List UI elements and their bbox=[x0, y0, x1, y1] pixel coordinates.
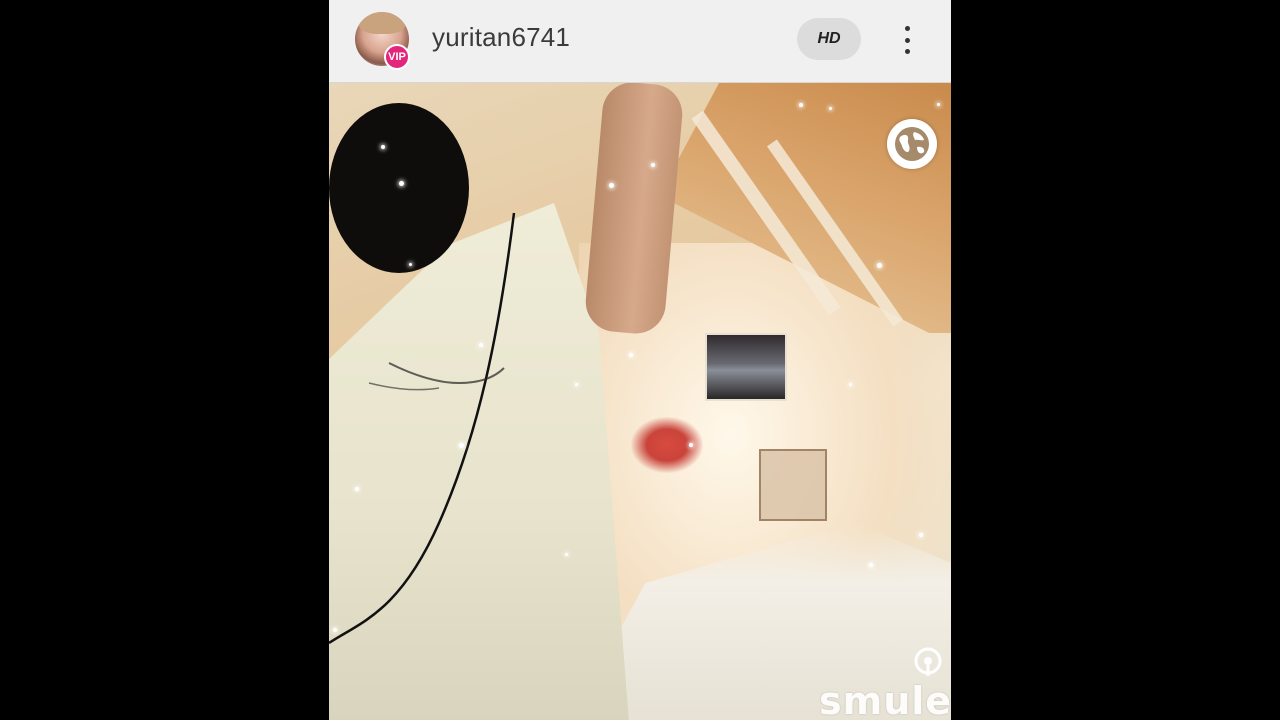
smule-player: VIP yuritan6741 HD smule bbox=[329, 0, 951, 720]
smule-watermark: smule bbox=[819, 647, 951, 720]
hd-button[interactable]: HD bbox=[797, 18, 861, 60]
more-vertical-icon[interactable] bbox=[895, 22, 919, 58]
smule-logo-text: smule bbox=[819, 679, 951, 720]
top-bar: VIP yuritan6741 HD bbox=[329, 0, 951, 83]
username[interactable]: yuritan6741 bbox=[432, 22, 570, 53]
avatar-image bbox=[359, 12, 405, 34]
video-frame[interactable] bbox=[329, 83, 951, 720]
globe-icon[interactable] bbox=[887, 119, 937, 169]
vip-badge: VIP bbox=[384, 44, 410, 70]
smule-mic-icon bbox=[914, 647, 942, 676]
